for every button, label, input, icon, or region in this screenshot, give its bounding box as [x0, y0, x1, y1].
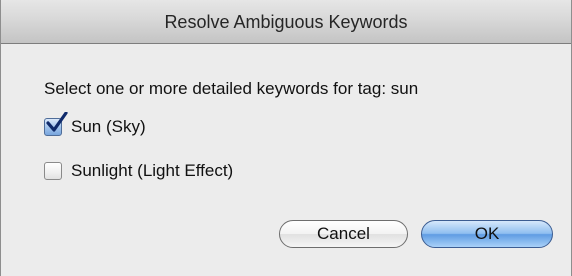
- option-label-sun-sky: Sun (Sky): [71, 117, 146, 136]
- option-sun-sky[interactable]: Sun (Sky): [44, 112, 146, 137]
- resolve-keywords-dialog: Resolve Ambiguous Keywords Select one or…: [0, 0, 572, 276]
- option-sunlight[interactable]: Sunlight (Light Effect): [44, 161, 233, 181]
- checkbox-sun-sky[interactable]: [44, 112, 68, 136]
- checkmark-icon: [46, 112, 68, 132]
- dialog-title-bar[interactable]: Resolve Ambiguous Keywords: [1, 0, 571, 44]
- cancel-button[interactable]: Cancel: [279, 220, 408, 248]
- option-label-sunlight: Sunlight (Light Effect): [71, 161, 234, 180]
- checkbox-sunlight[interactable]: [44, 162, 62, 180]
- dialog-title: Resolve Ambiguous Keywords: [164, 12, 408, 32]
- dialog-body: Select one or more detailed keywords for…: [1, 44, 571, 276]
- ok-button[interactable]: OK: [421, 220, 553, 248]
- prompt-text: Select one or more detailed keywords for…: [44, 79, 419, 98]
